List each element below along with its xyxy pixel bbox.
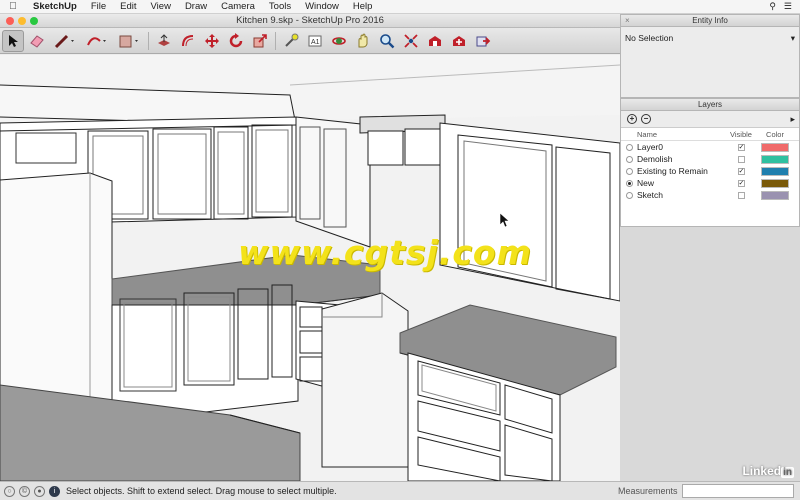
model-viewport[interactable]: www.cgtsj.com — [0, 55, 620, 481]
column-color[interactable]: Color — [759, 130, 791, 139]
layers-toolbar: + − ▸ — [621, 111, 799, 128]
menu-tools[interactable]: Tools — [262, 1, 298, 12]
menu-window[interactable]: Window — [298, 1, 346, 12]
active-layer-radio[interactable] — [621, 167, 637, 175]
layer-row[interactable]: Demolish — [621, 153, 799, 165]
layer-color-swatch[interactable] — [759, 190, 791, 200]
toolbar-separator — [148, 31, 149, 50]
scale-tool-icon[interactable] — [249, 30, 271, 52]
layer-visible-checkbox[interactable]: ✓ — [723, 143, 759, 151]
menu-edit[interactable]: Edit — [113, 1, 143, 12]
list-icon[interactable]: ☰ — [784, 1, 792, 12]
watermark-text: www.cgtsj.com — [238, 233, 532, 272]
tray-panels: × Entity Info No Selection ▾ Layers + − … — [620, 14, 800, 481]
zoom-tool-icon[interactable] — [376, 30, 398, 52]
linkedin-logo: Linked in — [742, 464, 794, 478]
send-to-layout-tool-icon[interactable] — [472, 30, 494, 52]
line-tool-icon[interactable] — [50, 30, 80, 52]
window-title: Kitchen 9.skp - SketchUp Pro 2016 — [236, 15, 384, 26]
minimize-window-button[interactable] — [18, 16, 26, 25]
layer-name[interactable]: Layer0 — [637, 142, 723, 152]
layer-visible-checkbox[interactable] — [723, 155, 759, 163]
entity-info-header: × Entity Info — [621, 15, 799, 27]
orbit-tool-icon[interactable] — [328, 30, 350, 52]
active-layer-radio[interactable] — [621, 143, 637, 151]
warehouse-tool-icon[interactable] — [424, 30, 446, 52]
extension-warehouse-tool-icon[interactable] — [448, 30, 470, 52]
select-tool-icon[interactable] — [2, 29, 24, 52]
geo-location-icon[interactable]: ○ — [4, 485, 15, 497]
credits-icon[interactable]: © — [19, 485, 30, 497]
move-tool-icon[interactable] — [201, 30, 223, 52]
title-bar: Kitchen 9.skp - SketchUp Pro 2016 — [0, 14, 620, 28]
column-visible[interactable]: Visible — [723, 130, 759, 139]
remove-layer-icon[interactable]: − — [641, 114, 651, 124]
layers-list: Layer0 ✓ Demolish Existing to Remain ✓ New ✓ Sk… — [621, 141, 799, 201]
search-icon[interactable]: ⚲ — [769, 1, 776, 12]
layer-name[interactable]: Sketch — [637, 190, 723, 200]
menu-bar:  SketchUp File Edit View Draw Camera To… — [0, 0, 800, 14]
offset-tool-icon[interactable] — [177, 30, 199, 52]
text-tool-icon[interactable]: A1 — [304, 30, 326, 52]
arc-tool-icon[interactable] — [82, 30, 112, 52]
layer-name[interactable]: New — [637, 178, 723, 188]
close-icon[interactable]: × — [625, 15, 630, 27]
add-layer-icon[interactable]: + — [627, 114, 637, 124]
menu-view[interactable]: View — [144, 1, 178, 12]
menu-app[interactable]: SketchUp — [26, 1, 84, 12]
layer-row[interactable]: Sketch — [621, 189, 799, 201]
layer-name[interactable]: Demolish — [637, 154, 723, 164]
layers-header: Layers — [621, 99, 799, 111]
info-icon[interactable]: i — [49, 485, 60, 497]
zoom-window-button[interactable] — [30, 16, 38, 25]
active-layer-radio[interactable] — [621, 191, 637, 199]
menu-camera[interactable]: Camera — [214, 1, 262, 12]
layer-color-swatch[interactable] — [759, 142, 791, 152]
entity-info-row: No Selection ▾ — [621, 27, 799, 50]
main-toolbar: A1 — [0, 28, 620, 54]
close-window-button[interactable] — [6, 16, 14, 25]
layer-row[interactable]: New ✓ — [621, 177, 799, 189]
layers-panel: Layers + − ▸ Name Visible Color Layer0 ✓ D… — [620, 98, 800, 227]
column-name[interactable]: Name — [637, 130, 723, 139]
pan-tool-icon[interactable] — [352, 30, 374, 52]
status-bar: ○ © ● i Select objects. Shift to extend … — [0, 464, 800, 500]
menu-file[interactable]: File — [84, 1, 113, 12]
zoom-extents-tool-icon[interactable] — [400, 30, 422, 52]
status-message: Select objects. Shift to extend select. … — [66, 486, 337, 496]
tape-measure-tool-icon[interactable] — [280, 30, 302, 52]
selection-label: No Selection — [625, 33, 674, 43]
menu-help[interactable]: Help — [346, 1, 380, 12]
layer-visible-checkbox[interactable]: ✓ — [723, 179, 759, 187]
layer-row[interactable]: Layer0 ✓ — [621, 141, 799, 153]
entity-info-panel: × Entity Info No Selection ▾ — [620, 14, 800, 98]
layers-column-headers: Name Visible Color — [621, 128, 799, 141]
toolbar-separator — [275, 31, 276, 50]
apple-icon[interactable]:  — [0, 1, 26, 12]
active-layer-radio[interactable] — [621, 155, 637, 163]
layer-row[interactable]: Existing to Remain ✓ — [621, 165, 799, 177]
layer-details-icon[interactable]: ▸ — [790, 114, 795, 125]
rotate-tool-icon[interactable] — [225, 30, 247, 52]
measurements-label: Measurements — [618, 486, 678, 496]
layer-name[interactable]: Existing to Remain — [637, 166, 723, 176]
layer-visible-checkbox[interactable]: ✓ — [723, 167, 759, 175]
menubar-extras: ⚲ ☰ — [769, 1, 800, 12]
menu-draw[interactable]: Draw — [178, 1, 214, 12]
layer-visible-checkbox[interactable] — [723, 191, 759, 199]
layer-color-swatch[interactable] — [759, 154, 791, 164]
active-layer-radio[interactable] — [621, 179, 637, 187]
entity-info-title: Entity Info — [692, 16, 728, 25]
layers-title: Layers — [697, 100, 722, 109]
details-icon[interactable]: ▾ — [791, 33, 795, 44]
user-icon[interactable]: ● — [34, 485, 45, 497]
window-controls — [0, 16, 38, 25]
eraser-tool-icon[interactable] — [26, 30, 48, 52]
layer-color-swatch[interactable] — [759, 178, 791, 188]
shape-tool-icon[interactable] — [114, 30, 144, 52]
layer-color-swatch[interactable] — [759, 166, 791, 176]
svg-text:A1: A1 — [311, 39, 320, 46]
push-pull-tool-icon[interactable] — [153, 30, 175, 52]
measurements-input[interactable] — [682, 484, 794, 498]
